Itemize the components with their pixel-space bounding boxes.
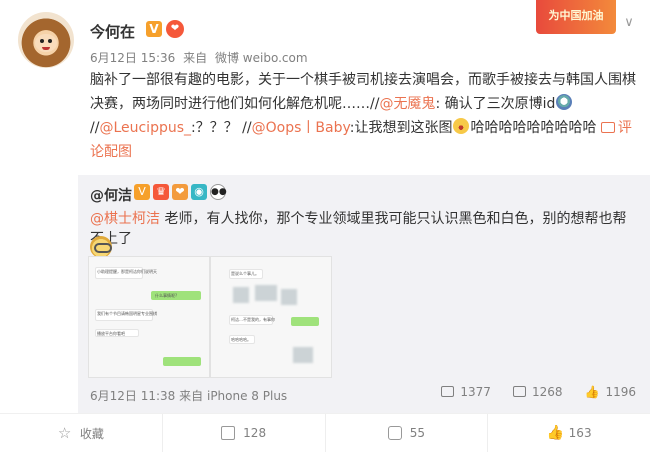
like-icon: 👍 — [584, 385, 600, 399]
retweet-meta: 6月12日 11:38 来自 iPhone 8 Plus — [90, 387, 287, 404]
forward-icon — [221, 426, 236, 440]
chat-line: 什么事情呢? — [155, 293, 178, 298]
fan-badge-icon[interactable]: ❤ — [166, 20, 184, 38]
post-text-6: 哈哈哈哈哈哈哈哈哈 — [470, 120, 597, 136]
chat-line: 柯洁…不是我的，有事你 — [231, 317, 275, 322]
chat-line: 我们有个节目请韩国明星专业围棋的邀请 — [97, 311, 157, 316]
kedou-emoji-icon — [556, 94, 573, 110]
blurred-photo — [255, 285, 277, 301]
retweet-forward-count: 1377 — [460, 385, 491, 399]
blurred-photo — [233, 287, 249, 303]
vip-badge-icon[interactable]: ♛ — [153, 184, 169, 200]
chevron-down-icon[interactable]: ∨ — [618, 12, 640, 34]
avatar-eye-left — [40, 39, 44, 43]
forward-button[interactable]: 128 — [163, 414, 326, 452]
retweet-date[interactable]: 6月12日 11:38 — [90, 389, 175, 403]
retweet-forward-button[interactable]: 1377 — [441, 385, 491, 399]
retweet-stats: 1377 1268 👍 1196 — [441, 385, 636, 399]
image-icon — [600, 122, 615, 133]
blurred-photo — [281, 289, 297, 305]
retweet-like-button[interactable]: 👍 1196 — [585, 385, 637, 399]
like-count: 163 — [568, 426, 592, 440]
chat-line: 哈哈哈哈。 — [231, 337, 251, 342]
post-body: 脑补了一部很有趣的电影，关于一个棋手被司机接去演唱会，而歌手被接去与韩国人围棋决… — [90, 68, 638, 164]
retweet-badges: V ♛ ❤ ◉ ●● — [134, 184, 227, 200]
blurred-photo — [293, 347, 313, 363]
chat-line: 是说么个事儿。 — [231, 271, 259, 276]
post-text-5: :让我想到这张图 — [349, 120, 453, 136]
chat-line: 播放平台你看吧 — [97, 331, 125, 336]
fan-badge-icon[interactable]: ❤ — [172, 184, 188, 200]
retweet-text: @棋士柯洁 老师，有人找你，那个专业领域里我可能只认识黑色和白色，别的想帮也帮不… — [90, 209, 638, 249]
camera-icon[interactable]: ◉ — [191, 184, 207, 200]
chat-bubble — [163, 357, 201, 366]
comment-count: 55 — [409, 426, 426, 440]
retweet-image-2[interactable]: 是说么个事儿。柯洁…不是我的，有事你 哈哈哈哈。 — [210, 256, 332, 378]
comment-icon — [512, 386, 526, 397]
star-icon: ☆ — [57, 424, 72, 442]
retweet-body-text: 老师，有人找你，那个专业领域里我可能只认识黑色和白色，别的想帮也帮不上了 — [90, 211, 627, 247]
author-avatar[interactable] — [18, 12, 74, 68]
favorite-button[interactable]: ☆ 收藏 — [0, 414, 163, 452]
retweet-image-1[interactable]: 小助理提醒，那是柯洁你们说明天是韩国比赛表示40你什么事情呢? 我们有个节目请韩国… — [88, 256, 210, 378]
mention-link[interactable]: @无魇鬼 — [379, 96, 435, 112]
chat-line: 小助理提醒，那是柯洁你们说明天是韩国比赛表示40你 — [97, 269, 157, 274]
comment-icon — [387, 426, 402, 440]
forward-count: 128 — [243, 426, 267, 440]
post-source-prefix: 来自 — [183, 51, 208, 65]
weibo-post-card: 今何在 V ❤ 为中国加油 ∨ 6月12日 15:36 来自 微博 weibo.… — [0, 0, 650, 452]
mention-link[interactable]: @Leucippus_ — [99, 120, 191, 136]
retweet-source-prefix: 来自 — [179, 389, 204, 403]
retweet-source[interactable]: iPhone 8 Plus — [207, 389, 287, 403]
forward-icon — [441, 386, 455, 397]
retweet-comment-button[interactable]: 1268 — [512, 385, 563, 399]
mention-link[interactable]: @棋士柯洁 — [90, 211, 160, 227]
post-source[interactable]: 微博 weibo.com — [215, 51, 308, 65]
nerd-emoji-icon — [90, 236, 112, 258]
panda-icon[interactable]: ●● — [210, 184, 227, 200]
action-bar: ☆ 收藏 128 55 👍 163 — [0, 413, 650, 452]
post-meta: 6月12日 15:36 来自 微博 weibo.com — [90, 49, 312, 66]
verified-icon[interactable]: V — [146, 21, 162, 37]
like-button[interactable]: 👍 163 — [488, 414, 650, 452]
retweet-like-count: 1196 — [605, 385, 636, 399]
mention-link[interactable]: @Oops丨Baby — [252, 120, 350, 136]
thumbs-up-icon: 👍 — [546, 425, 565, 441]
favorite-label: 收藏 — [79, 426, 104, 441]
chat-bubble — [291, 317, 319, 326]
haha-emoji-icon — [453, 118, 470, 134]
comment-button[interactable]: 55 — [326, 414, 489, 452]
post-date[interactable]: 6月12日 15:36 — [90, 51, 175, 65]
retweet-author[interactable]: @何洁 — [90, 185, 132, 204]
avatar-eye-right — [48, 39, 52, 43]
post-text-2: : 确认了三次原博id — [435, 96, 556, 112]
promo-banner[interactable]: 为中国加油 — [536, 0, 616, 34]
retweet-comment-count: 1268 — [531, 385, 563, 399]
retweet-box: @何洁 V ♛ ❤ ◉ ●● @棋士柯洁 老师，有人找你，那个专业领域里我可能只… — [78, 175, 650, 413]
verified-icon[interactable]: V — [134, 184, 150, 200]
author-name[interactable]: 今何在 — [90, 21, 135, 42]
post-text-4: :？？？ // — [191, 120, 252, 136]
